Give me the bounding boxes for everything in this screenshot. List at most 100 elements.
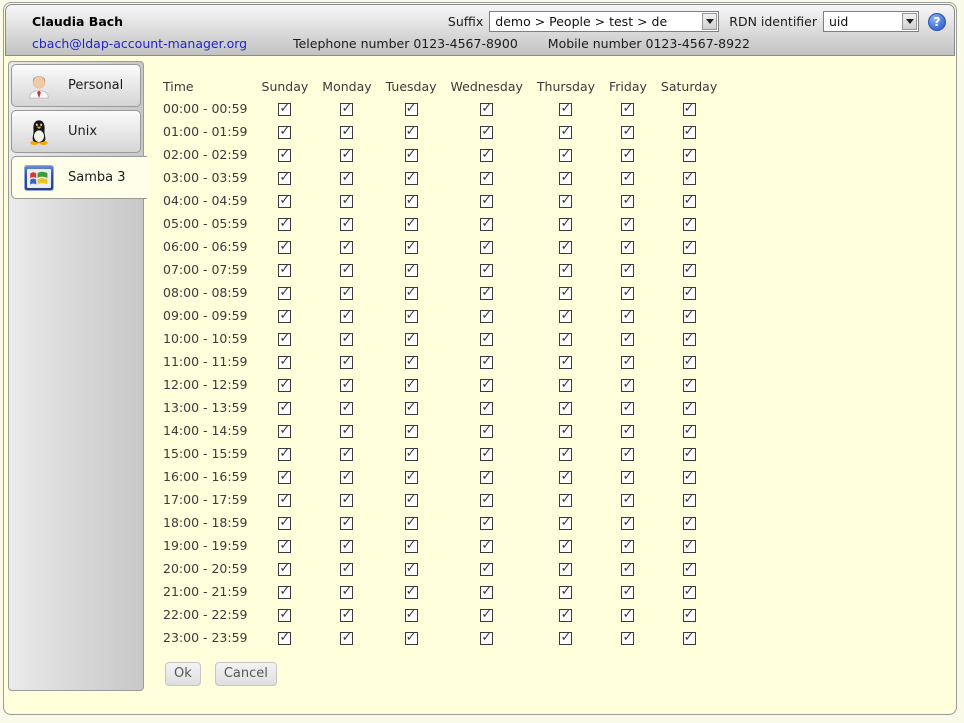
checkbox-friday-10:00[interactable]	[621, 333, 634, 346]
checkbox-friday-09:00[interactable]	[621, 310, 634, 323]
checkbox-thursday-12:00[interactable]	[559, 379, 572, 392]
checkbox-friday-05:00[interactable]	[621, 218, 634, 231]
checkbox-sunday-05:00[interactable]	[278, 218, 291, 231]
checkbox-wednesday-01:00[interactable]	[480, 126, 493, 139]
checkbox-thursday-09:00[interactable]	[559, 310, 572, 323]
checkbox-wednesday-10:00[interactable]	[480, 333, 493, 346]
checkbox-thursday-02:00[interactable]	[559, 149, 572, 162]
checkbox-tuesday-14:00[interactable]	[405, 425, 418, 438]
checkbox-friday-17:00[interactable]	[621, 494, 634, 507]
checkbox-thursday-13:00[interactable]	[559, 402, 572, 415]
checkbox-monday-09:00[interactable]	[340, 310, 353, 323]
cancel-button[interactable]: Cancel	[215, 662, 277, 686]
checkbox-tuesday-06:00[interactable]	[405, 241, 418, 254]
checkbox-sunday-17:00[interactable]	[278, 494, 291, 507]
checkbox-wednesday-04:00[interactable]	[480, 195, 493, 208]
checkbox-wednesday-16:00[interactable]	[480, 471, 493, 484]
checkbox-saturday-06:00[interactable]	[683, 241, 696, 254]
checkbox-friday-06:00[interactable]	[621, 241, 634, 254]
checkbox-wednesday-08:00[interactable]	[480, 287, 493, 300]
checkbox-monday-23:00[interactable]	[340, 632, 353, 645]
checkbox-wednesday-11:00[interactable]	[480, 356, 493, 369]
checkbox-sunday-00:00[interactable]	[278, 103, 291, 116]
checkbox-thursday-04:00[interactable]	[559, 195, 572, 208]
checkbox-saturday-11:00[interactable]	[683, 356, 696, 369]
checkbox-wednesday-15:00[interactable]	[480, 448, 493, 461]
checkbox-thursday-01:00[interactable]	[559, 126, 572, 139]
checkbox-thursday-23:00[interactable]	[559, 632, 572, 645]
checkbox-wednesday-21:00[interactable]	[480, 586, 493, 599]
checkbox-wednesday-00:00[interactable]	[480, 103, 493, 116]
checkbox-monday-20:00[interactable]	[340, 563, 353, 576]
checkbox-friday-03:00[interactable]	[621, 172, 634, 185]
checkbox-thursday-18:00[interactable]	[559, 517, 572, 530]
checkbox-sunday-11:00[interactable]	[278, 356, 291, 369]
checkbox-sunday-23:00[interactable]	[278, 632, 291, 645]
checkbox-thursday-14:00[interactable]	[559, 425, 572, 438]
checkbox-saturday-21:00[interactable]	[683, 586, 696, 599]
checkbox-saturday-20:00[interactable]	[683, 563, 696, 576]
checkbox-wednesday-13:00[interactable]	[480, 402, 493, 415]
checkbox-monday-13:00[interactable]	[340, 402, 353, 415]
checkbox-saturday-04:00[interactable]	[683, 195, 696, 208]
checkbox-friday-08:00[interactable]	[621, 287, 634, 300]
checkbox-sunday-02:00[interactable]	[278, 149, 291, 162]
checkbox-thursday-06:00[interactable]	[559, 241, 572, 254]
checkbox-monday-19:00[interactable]	[340, 540, 353, 553]
checkbox-sunday-15:00[interactable]	[278, 448, 291, 461]
checkbox-wednesday-22:00[interactable]	[480, 609, 493, 622]
checkbox-saturday-15:00[interactable]	[683, 448, 696, 461]
checkbox-monday-16:00[interactable]	[340, 471, 353, 484]
checkbox-thursday-11:00[interactable]	[559, 356, 572, 369]
checkbox-wednesday-23:00[interactable]	[480, 632, 493, 645]
checkbox-friday-13:00[interactable]	[621, 402, 634, 415]
checkbox-tuesday-04:00[interactable]	[405, 195, 418, 208]
checkbox-wednesday-05:00[interactable]	[480, 218, 493, 231]
email-link[interactable]: cbach@ldap-account-manager.org	[32, 36, 247, 51]
checkbox-saturday-14:00[interactable]	[683, 425, 696, 438]
checkbox-monday-12:00[interactable]	[340, 379, 353, 392]
checkbox-saturday-08:00[interactable]	[683, 287, 696, 300]
checkbox-monday-22:00[interactable]	[340, 609, 353, 622]
checkbox-tuesday-23:00[interactable]	[405, 632, 418, 645]
checkbox-tuesday-12:00[interactable]	[405, 379, 418, 392]
checkbox-friday-18:00[interactable]	[621, 517, 634, 530]
checkbox-sunday-19:00[interactable]	[278, 540, 291, 553]
checkbox-wednesday-20:00[interactable]	[480, 563, 493, 576]
checkbox-tuesday-10:00[interactable]	[405, 333, 418, 346]
checkbox-tuesday-02:00[interactable]	[405, 149, 418, 162]
checkbox-saturday-05:00[interactable]	[683, 218, 696, 231]
checkbox-friday-21:00[interactable]	[621, 586, 634, 599]
checkbox-wednesday-06:00[interactable]	[480, 241, 493, 254]
checkbox-saturday-00:00[interactable]	[683, 103, 696, 116]
checkbox-thursday-10:00[interactable]	[559, 333, 572, 346]
checkbox-tuesday-00:00[interactable]	[405, 103, 418, 116]
rdn-identifier-select[interactable]: uid	[823, 11, 919, 32]
checkbox-saturday-17:00[interactable]	[683, 494, 696, 507]
checkbox-friday-14:00[interactable]	[621, 425, 634, 438]
checkbox-monday-01:00[interactable]	[340, 126, 353, 139]
checkbox-monday-17:00[interactable]	[340, 494, 353, 507]
checkbox-tuesday-13:00[interactable]	[405, 402, 418, 415]
checkbox-wednesday-02:00[interactable]	[480, 149, 493, 162]
checkbox-saturday-23:00[interactable]	[683, 632, 696, 645]
checkbox-tuesday-05:00[interactable]	[405, 218, 418, 231]
checkbox-sunday-10:00[interactable]	[278, 333, 291, 346]
checkbox-saturday-07:00[interactable]	[683, 264, 696, 277]
checkbox-friday-12:00[interactable]	[621, 379, 634, 392]
checkbox-sunday-08:00[interactable]	[278, 287, 291, 300]
checkbox-saturday-22:00[interactable]	[683, 609, 696, 622]
checkbox-friday-15:00[interactable]	[621, 448, 634, 461]
checkbox-tuesday-16:00[interactable]	[405, 471, 418, 484]
checkbox-saturday-10:00[interactable]	[683, 333, 696, 346]
checkbox-sunday-12:00[interactable]	[278, 379, 291, 392]
checkbox-thursday-17:00[interactable]	[559, 494, 572, 507]
checkbox-friday-01:00[interactable]	[621, 126, 634, 139]
tab-personal[interactable]: Personal	[11, 64, 141, 107]
checkbox-tuesday-21:00[interactable]	[405, 586, 418, 599]
checkbox-thursday-15:00[interactable]	[559, 448, 572, 461]
checkbox-friday-04:00[interactable]	[621, 195, 634, 208]
help-icon[interactable]: ?	[928, 13, 946, 31]
checkbox-saturday-16:00[interactable]	[683, 471, 696, 484]
checkbox-wednesday-18:00[interactable]	[480, 517, 493, 530]
